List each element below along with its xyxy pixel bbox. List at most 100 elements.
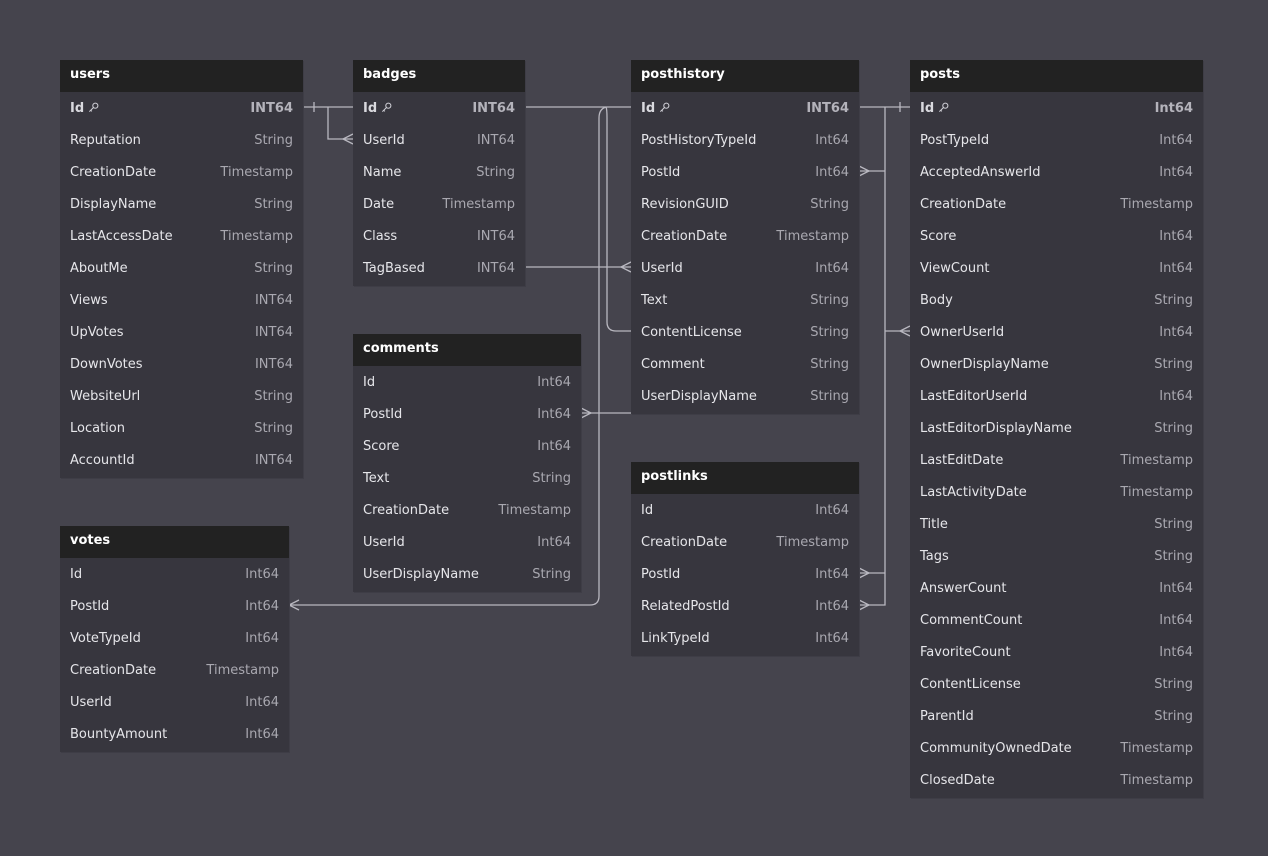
- field-row[interactable]: Comment String: [631, 348, 859, 380]
- field-row[interactable]: CommentCount Int64: [910, 604, 1203, 636]
- field-name-cell: PostId: [641, 165, 680, 180]
- field-row[interactable]: DownVotes INT64: [60, 348, 303, 380]
- field-row[interactable]: VoteTypeId Int64: [60, 622, 289, 654]
- field-name: LastEditDate: [920, 452, 1004, 468]
- table-title[interactable]: votes: [60, 526, 289, 558]
- field-row[interactable]: FavoriteCount Int64: [910, 636, 1203, 668]
- field-row[interactable]: UserId Int64: [631, 252, 859, 284]
- field-row[interactable]: CreationDate Timestamp: [631, 526, 859, 558]
- field-row[interactable]: Body String: [910, 284, 1203, 316]
- field-row[interactable]: DisplayName String: [60, 188, 303, 220]
- field-row[interactable]: Title String: [910, 508, 1203, 540]
- field-row[interactable]: AcceptedAnswerId Int64: [910, 156, 1203, 188]
- field-row[interactable]: Score Int64: [353, 430, 581, 462]
- field-type: Int64: [1154, 100, 1193, 116]
- field-type: String: [254, 196, 293, 212]
- field-row[interactable]: CreationDate Timestamp: [353, 494, 581, 526]
- table-posthistory[interactable]: posthistory Id INT64 PostHistoryTypeId Int6…: [631, 60, 859, 414]
- key-icon: [88, 102, 99, 113]
- table-votes[interactable]: votes Id Int64 PostId Int64 VoteTypeId Int64 C…: [60, 526, 289, 752]
- field-row[interactable]: Id INT64: [60, 92, 303, 124]
- field-name: LastAccessDate: [70, 228, 173, 244]
- field-row[interactable]: LastEditorDisplayName String: [910, 412, 1203, 444]
- field-type: String: [1154, 292, 1193, 308]
- field-row[interactable]: Tags String: [910, 540, 1203, 572]
- field-row[interactable]: TagBased INT64: [353, 252, 525, 284]
- field-row[interactable]: Id Int64: [60, 558, 289, 590]
- field-row[interactable]: Location String: [60, 412, 303, 444]
- field-name-cell: Reputation: [70, 133, 141, 148]
- table-title[interactable]: users: [60, 60, 303, 92]
- field-row[interactable]: AnswerCount Int64: [910, 572, 1203, 604]
- field-name: RevisionGUID: [641, 196, 729, 212]
- table-title[interactable]: badges: [353, 60, 525, 92]
- field-row[interactable]: Class INT64: [353, 220, 525, 252]
- table-title[interactable]: comments: [353, 334, 581, 366]
- field-type: String: [810, 196, 849, 212]
- field-row[interactable]: Id Int64: [353, 366, 581, 398]
- field-row[interactable]: ContentLicense String: [631, 316, 859, 348]
- field-row[interactable]: ClosedDate Timestamp: [910, 764, 1203, 796]
- field-row[interactable]: ViewCount Int64: [910, 252, 1203, 284]
- field-row[interactable]: Text String: [631, 284, 859, 316]
- field-type: Int64: [1159, 260, 1193, 276]
- field-row[interactable]: Name String: [353, 156, 525, 188]
- field-name-cell: UserId: [363, 535, 405, 550]
- table-title[interactable]: postlinks: [631, 462, 859, 494]
- field-row[interactable]: Text String: [353, 462, 581, 494]
- field-row[interactable]: UserDisplayName String: [353, 558, 581, 590]
- field-row[interactable]: CreationDate Timestamp: [60, 156, 303, 188]
- field-row[interactable]: LastEditorUserId Int64: [910, 380, 1203, 412]
- field-row[interactable]: PostId Int64: [353, 398, 581, 430]
- field-row[interactable]: PostId Int64: [631, 558, 859, 590]
- table-title[interactable]: posthistory: [631, 60, 859, 92]
- field-row[interactable]: UserDisplayName String: [631, 380, 859, 412]
- field-row[interactable]: CreationDate Timestamp: [60, 654, 289, 686]
- field-row[interactable]: UserId INT64: [353, 124, 525, 156]
- table-badges[interactable]: badges Id INT64 UserId INT64 Name String Date T…: [353, 60, 525, 286]
- field-row[interactable]: CreationDate Timestamp: [631, 220, 859, 252]
- field-row[interactable]: LastActivityDate Timestamp: [910, 476, 1203, 508]
- table-title[interactable]: posts: [910, 60, 1203, 92]
- field-row[interactable]: PostTypeId Int64: [910, 124, 1203, 156]
- field-row[interactable]: Id INT64: [353, 92, 525, 124]
- field-row[interactable]: Score Int64: [910, 220, 1203, 252]
- field-row[interactable]: AccountId INT64: [60, 444, 303, 476]
- field-row[interactable]: LastEditDate Timestamp: [910, 444, 1203, 476]
- field-type: Int64: [537, 438, 571, 454]
- field-row[interactable]: LastAccessDate Timestamp: [60, 220, 303, 252]
- field-row[interactable]: UpVotes INT64: [60, 316, 303, 348]
- table-posts[interactable]: posts Id Int64 PostTypeId Int64 AcceptedAnsw…: [910, 60, 1203, 798]
- field-row[interactable]: PostId Int64: [631, 156, 859, 188]
- field-row[interactable]: Date Timestamp: [353, 188, 525, 220]
- field-name: PostId: [363, 406, 403, 422]
- field-row[interactable]: UserId Int64: [60, 686, 289, 718]
- field-row[interactable]: Id Int64: [910, 92, 1203, 124]
- field-row[interactable]: CreationDate Timestamp: [910, 188, 1203, 220]
- field-name-cell: FavoriteCount: [920, 645, 1011, 660]
- field-row[interactable]: Id Int64: [631, 494, 859, 526]
- field-row[interactable]: BountyAmount Int64: [60, 718, 289, 750]
- field-row[interactable]: ParentId String: [910, 700, 1203, 732]
- field-row[interactable]: Reputation String: [60, 124, 303, 156]
- field-row[interactable]: Views INT64: [60, 284, 303, 316]
- field-row[interactable]: PostId Int64: [60, 590, 289, 622]
- field-row[interactable]: OwnerDisplayName String: [910, 348, 1203, 380]
- table-postlinks[interactable]: postlinks Id Int64 CreationDate Timestamp Po…: [631, 462, 859, 656]
- field-name: AnswerCount: [920, 580, 1007, 596]
- field-row[interactable]: WebsiteUrl String: [60, 380, 303, 412]
- field-row[interactable]: ContentLicense String: [910, 668, 1203, 700]
- field-row[interactable]: Id INT64: [631, 92, 859, 124]
- field-row[interactable]: PostHistoryTypeId Int64: [631, 124, 859, 156]
- field-row[interactable]: RevisionGUID String: [631, 188, 859, 220]
- field-row[interactable]: AboutMe String: [60, 252, 303, 284]
- table-comments[interactable]: comments Id Int64 PostId Int64 Score Int64 Tex…: [353, 334, 581, 592]
- field-row[interactable]: RelatedPostId Int64: [631, 590, 859, 622]
- field-row[interactable]: LinkTypeId Int64: [631, 622, 859, 654]
- field-row[interactable]: CommunityOwnedDate Timestamp: [910, 732, 1203, 764]
- table-users[interactable]: users Id INT64 Reputation String CreationDat…: [60, 60, 303, 478]
- field-name-cell: ParentId: [920, 709, 974, 724]
- field-row[interactable]: OwnerUserId Int64: [910, 316, 1203, 348]
- field-row[interactable]: UserId Int64: [353, 526, 581, 558]
- field-name-cell: Text: [363, 471, 389, 486]
